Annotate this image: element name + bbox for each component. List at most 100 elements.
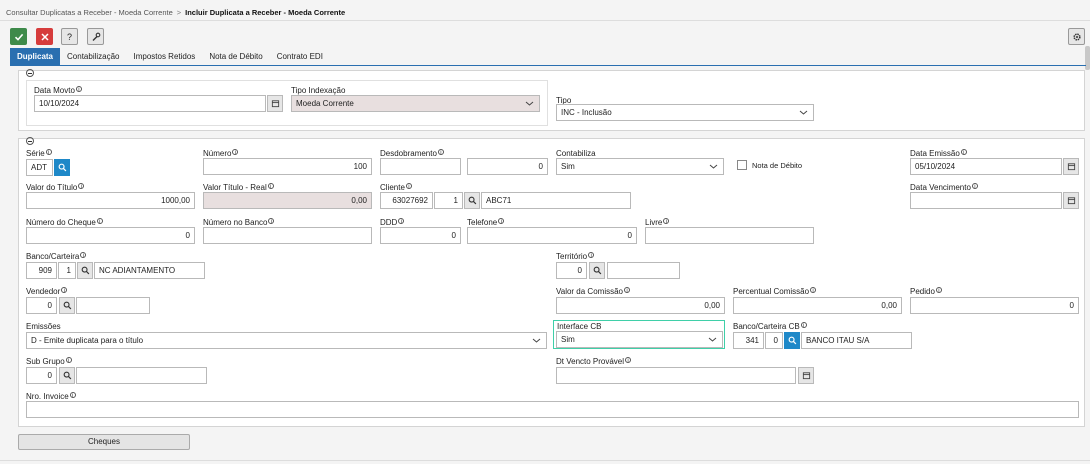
serie-input[interactable]: ADT [26,159,53,176]
sub-grupo-input[interactable]: 0 [26,367,57,384]
tab-underline [10,65,1086,66]
cheques-button[interactable]: Cheques [18,434,190,450]
help-button[interactable]: ? [61,28,78,45]
dt-vencto-provavel-label: Dt Vencto Provável i [556,357,632,367]
carteira-cb-input[interactable]: 0 [765,332,783,349]
tab-contabilizacao[interactable]: Contabilização [60,48,126,65]
vendedor-input[interactable]: 0 [26,297,57,314]
valor-comissao-input[interactable]: 0,00 [556,297,725,314]
pedido-label: Pedido i [910,287,942,297]
breadcrumb-parent[interactable]: Consultar Duplicatas a Receber - Moeda C… [6,8,173,17]
nota-debito-label: Nota de Débito [752,161,803,170]
data-movto-calendar-button[interactable] [267,95,283,112]
breadcrumb-current: Incluir Duplicata a Receber - Moeda Corr… [185,8,346,17]
breadcrumb: Consultar Duplicatas a Receber - Moeda C… [6,8,345,17]
ddd-input[interactable]: 0 [380,227,461,244]
header-divider [0,20,1090,21]
check-icon [14,33,23,41]
chevron-down-icon [799,110,808,115]
data-emissao-calendar-button[interactable] [1063,158,1079,175]
banco-input[interactable]: 909 [26,262,57,279]
livre-input[interactable] [645,227,814,244]
banco-cb-input[interactable]: 341 [733,332,764,349]
desdobramento-input[interactable] [380,158,461,175]
search-icon [63,301,71,310]
pedido-input[interactable]: 0 [910,297,1079,314]
tab-contrato-edi[interactable]: Contrato EDI [270,48,330,65]
data-vencimento-input[interactable] [910,192,1062,209]
numero-banco-input[interactable] [203,227,372,244]
serie-search-button[interactable] [54,159,70,176]
chevron-down-icon [532,338,541,343]
valor-titulo-input[interactable]: 1000,00 [26,192,195,209]
desdobramento-seq-input[interactable]: 0 [467,158,548,175]
contabiliza-select[interactable]: Sim [556,158,724,175]
chevron-down-icon [708,337,717,342]
emissoes-label: Emissões [26,322,61,331]
dt-vencto-provavel-calendar-button[interactable] [798,367,814,384]
numero-input[interactable]: 100 [203,158,372,175]
banco-carteira-search-button[interactable] [77,262,93,279]
data-movto-input[interactable]: 10/10/2024 [34,95,266,112]
sub-grupo-label: Sub Grupo i [26,357,72,367]
data-vencimento-calendar-button[interactable] [1063,192,1079,209]
settings-button[interactable] [1068,28,1085,45]
scrollbar[interactable] [1085,46,1090,70]
carteira-input[interactable]: 1 [58,262,76,279]
sub-grupo-search-button[interactable] [59,367,75,384]
save-button[interactable] [10,28,27,45]
tab-duplicata[interactable]: Duplicata [10,48,61,65]
banco-carteira-cb-name-input[interactable]: BANCO ITAU S/A [801,332,912,349]
data-emissao-input[interactable]: 05/10/2024 [910,158,1062,175]
percentual-comissao-input[interactable]: 0,00 [733,297,902,314]
territorio-search-button[interactable] [589,262,605,279]
cliente-search-button[interactable] [464,192,480,209]
percentual-comissao-label: Percentual Comissão i [733,287,817,297]
cliente-name-input[interactable]: ABC71 [481,192,631,209]
banco-carteira-label: Banco/Carteira i [26,252,87,262]
nota-debito-checkbox[interactable] [737,160,747,170]
calendar-icon [1067,197,1075,205]
vendedor-search-button[interactable] [59,297,75,314]
chevron-down-icon [525,101,534,106]
gear-icon [1072,32,1081,41]
calendar-icon [1067,163,1075,171]
footer-divider [0,460,1090,461]
tab-impostos-retidos[interactable]: Impostos Retidos [127,48,203,65]
sub-grupo-name-input[interactable] [76,367,207,384]
chevron-down-icon [709,164,718,169]
dt-vencto-provavel-input[interactable] [556,367,796,384]
cancel-button[interactable] [36,28,53,45]
banco-carteira-name-input[interactable]: NC ADIANTAMENTO [94,262,205,279]
search-icon [58,163,66,172]
collapse-icon[interactable] [26,69,34,77]
valor-comissao-label: Valor da Comissão i [556,287,630,297]
wrench-icon [92,32,100,41]
banco-carteira-cb-label: Banco/Carteira CB i [733,322,807,332]
numero-cheque-input[interactable]: 0 [26,227,195,244]
search-icon [63,371,71,380]
tipo-indexacao-select[interactable]: Moeda Corrente [291,95,540,112]
cliente-seq-input[interactable]: 1 [434,192,463,209]
cliente-code-input[interactable]: 63027692 [380,192,433,209]
tools-button[interactable] [87,28,104,45]
calendar-icon [271,100,279,108]
territorio-label: Território i [556,252,595,262]
territorio-name-input[interactable] [607,262,680,279]
vendedor-label: Vendedor i [26,287,68,297]
territorio-input[interactable]: 0 [556,262,587,279]
interface-cb-select[interactable]: Sim [556,331,723,348]
valor-titulo-real-input: 0,00 [203,192,372,209]
nro-invoice-input[interactable] [26,401,1079,418]
search-icon [468,196,476,205]
search-icon [81,266,89,275]
banco-carteira-cb-search-button[interactable] [784,332,800,349]
vendedor-name-input[interactable] [76,297,150,314]
emissoes-select[interactable]: D - Emite duplicata para o título [26,332,547,349]
telefone-input[interactable]: 0 [467,227,637,244]
search-icon [593,266,601,275]
tab-bar: Duplicata Contabilização Impostos Retido… [10,48,330,65]
tab-nota-de-debito[interactable]: Nota de Débito [202,48,269,65]
collapse-icon[interactable] [26,137,34,145]
tipo-select[interactable]: INC - Inclusão [556,104,814,121]
